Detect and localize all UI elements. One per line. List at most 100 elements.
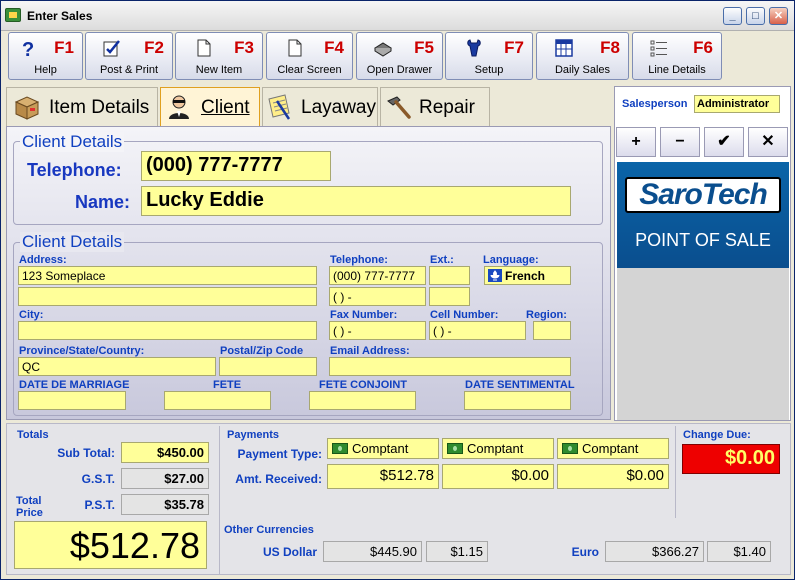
tab-repair[interactable]: Repair <box>380 87 490 127</box>
region-input[interactable] <box>533 321 571 340</box>
remove-button[interactable]: − <box>660 127 700 157</box>
button-label: Post & Print <box>99 64 159 76</box>
ext-label: Ext.: <box>430 254 454 266</box>
divider <box>675 426 676 518</box>
maximize-button[interactable]: □ <box>746 7 765 25</box>
cash-icon <box>332 443 348 454</box>
amount-received-label: Amt. Received: <box>235 472 322 486</box>
telephone-input[interactable]: (000) 777-7777 <box>141 151 331 181</box>
help-button[interactable]: ? F1 Help <box>8 32 83 80</box>
daily-sales-button[interactable]: F8 Daily Sales <box>536 32 629 80</box>
salesperson-label: Salesperson <box>622 98 688 110</box>
cell-input[interactable]: ( ) - <box>429 321 526 340</box>
address-label: Address: <box>19 254 67 266</box>
open-drawer-button[interactable]: F5 Open Drawer <box>356 32 443 80</box>
drawer-icon <box>374 42 392 57</box>
payment-type-text: Comptant <box>582 441 639 456</box>
line-details-icon <box>650 40 667 57</box>
euro-label: Euro <box>571 545 599 559</box>
email-input[interactable] <box>329 357 571 376</box>
telephone-detail-input[interactable]: (000) 777-7777 <box>329 266 426 285</box>
right-panel-blank-area <box>617 268 789 420</box>
add-button[interactable]: + <box>616 127 656 157</box>
date-sentimental-label: DATE SENTIMENTAL <box>465 379 575 391</box>
button-label: Daily Sales <box>554 64 611 76</box>
button-label: Setup <box>474 64 504 76</box>
button-label: Clear Screen <box>277 64 342 76</box>
us-dollar-amount: $445.90 <box>323 541 422 562</box>
other-currencies-title: Other Currencies <box>224 524 314 536</box>
city-input[interactable] <box>18 321 317 340</box>
payment-type-1[interactable]: Comptant <box>327 438 439 459</box>
fkey-label: F1 <box>54 38 74 57</box>
cancel-button[interactable]: ✕ <box>748 127 788 157</box>
tab-label: Item Details <box>49 97 150 118</box>
name-input[interactable]: Lucky Eddie <box>141 186 571 216</box>
box-icon <box>14 96 40 120</box>
tab-client[interactable]: Client <box>160 87 260 127</box>
fete-conjoint-input[interactable] <box>309 391 416 410</box>
line-details-button[interactable]: F6 Line Details <box>632 32 722 80</box>
fleur-de-lis-icon <box>488 269 502 282</box>
button-label: New Item <box>195 64 243 76</box>
fkey-label: F7 <box>504 38 524 57</box>
amount-received-1[interactable]: $512.78 <box>327 464 439 489</box>
close-button[interactable]: ✕ <box>769 7 788 25</box>
fete-input[interactable] <box>164 391 271 410</box>
postal-input[interactable] <box>219 357 317 376</box>
salesperson-select[interactable]: Administrator <box>694 95 780 113</box>
fkey-label: F4 <box>324 38 344 57</box>
language-select[interactable]: French <box>484 266 571 285</box>
tab-strip: Item Details Client Layaway Repair <box>6 87 611 127</box>
totals-title: Totals <box>17 429 49 441</box>
daily-sales-icon <box>555 39 573 57</box>
us-dollar-rate: $1.15 <box>426 541 488 562</box>
new-item-button[interactable]: F3 New Item <box>175 32 263 80</box>
cash-icon <box>447 443 463 454</box>
client-details-title: Client Details <box>20 232 125 252</box>
gst-value: $27.00 <box>121 468 209 489</box>
new-item-icon <box>197 39 211 57</box>
payment-type-3[interactable]: Comptant <box>557 438 669 459</box>
clear-screen-button[interactable]: F4 Clear Screen <box>266 32 353 80</box>
marriage-date-input[interactable] <box>18 391 126 410</box>
cash-icon <box>562 443 578 454</box>
tab-label: Repair <box>419 97 475 118</box>
payment-type-text: Comptant <box>352 441 409 456</box>
province-label: Province/State/Country: <box>19 345 145 357</box>
amount-received-3[interactable]: $0.00 <box>557 464 669 489</box>
ext2-input[interactable] <box>429 287 470 306</box>
confirm-button[interactable]: ✔ <box>704 127 744 157</box>
amount-received-2[interactable]: $0.00 <box>442 464 554 489</box>
ext-input[interactable] <box>429 266 470 285</box>
province-input[interactable]: QC <box>18 357 216 376</box>
date-sentimental-input[interactable] <box>464 391 571 410</box>
app-icon <box>5 8 21 22</box>
language-label: Language: <box>483 254 539 266</box>
fkey-label: F8 <box>600 38 620 57</box>
payment-type-2[interactable]: Comptant <box>442 438 554 459</box>
language-value: French <box>505 269 546 283</box>
divider <box>219 426 220 574</box>
payment-type-label: Payment Type: <box>237 447 322 461</box>
tab-item-details[interactable]: Item Details <box>6 87 158 127</box>
window-title: Enter Sales <box>27 9 93 23</box>
post-print-button[interactable]: F2 Post & Print <box>85 32 173 80</box>
fax-input[interactable]: ( ) - <box>329 321 426 340</box>
fkey-label: F2 <box>144 38 164 57</box>
address-line2-input[interactable] <box>18 287 317 306</box>
function-toolbar: ? F1 Help F2 Post & Print F3 New Item F4… <box>4 32 794 82</box>
setup-button[interactable]: F7 Setup <box>445 32 533 80</box>
address-line1-input[interactable]: 123 Someplace <box>18 266 317 285</box>
tab-layaway[interactable]: Layaway <box>262 87 378 127</box>
right-panel: Salesperson Administrator + − ✔ ✕ SaroTe… <box>614 86 791 421</box>
telephone-detail-label: Telephone: <box>330 254 388 266</box>
enter-sales-window: Enter Sales _ □ ✕ ? F1 Help F2 Post & Pr… <box>0 0 795 580</box>
us-dollar-label: US Dollar <box>262 545 317 559</box>
minimize-button[interactable]: _ <box>723 7 742 25</box>
button-label: Line Details <box>648 64 706 76</box>
total-price-label: Total Price <box>16 495 43 519</box>
telephone2-input[interactable]: ( ) - <box>329 287 426 306</box>
hammer-icon <box>387 96 411 119</box>
city-label: City: <box>19 309 44 321</box>
